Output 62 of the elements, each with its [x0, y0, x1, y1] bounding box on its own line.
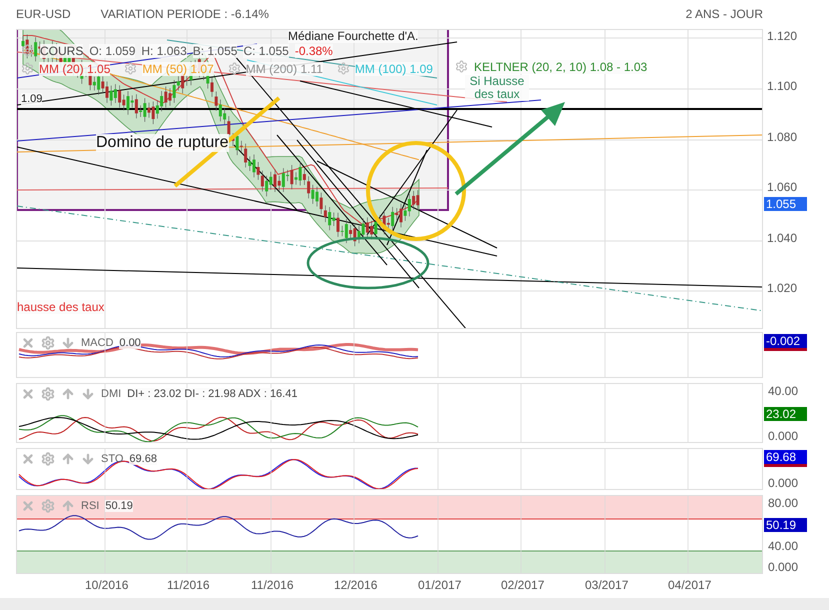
axis-tick: 1.100	[766, 80, 798, 94]
settings-icon[interactable]	[124, 62, 138, 76]
axis-tick: 0.000	[767, 561, 800, 574]
axis-tick: 11/2016	[251, 578, 294, 592]
annotation-text: Si Hausse des taux	[465, 74, 529, 101]
indicator-value: DI+ : 23.02 DI- : 21.98 ADX : 16.41	[127, 388, 298, 400]
indicator-label: MM (50) 1.07	[142, 62, 214, 76]
quote-label: O: 1.059	[89, 44, 136, 58]
price-badge: 1.055	[764, 196, 807, 211]
axis-tick: 1.040	[766, 232, 798, 245]
indicator-value: 50.19	[105, 500, 133, 512]
value-badge: 23.02	[764, 406, 807, 421]
axis-tick: 11/2016	[167, 578, 210, 592]
axis-tick: 0.000	[767, 430, 800, 443]
indicator-title: RSI	[81, 500, 100, 512]
axis-tick: 02/2017	[501, 578, 544, 592]
close-icon[interactable]	[21, 336, 35, 350]
variation-label: VARIATION PERIODE : -6.14%	[100, 7, 269, 22]
quote-label: H: 1.063	[141, 44, 187, 58]
change-label: -0.38%	[294, 44, 333, 58]
axis-tick: 1.080	[766, 130, 798, 144]
close-icon[interactable]	[21, 452, 35, 466]
axis-tick: 1.060	[766, 181, 798, 194]
axis-tick: 1.020	[766, 282, 798, 296]
arrow-up-icon[interactable]	[61, 386, 75, 401]
axis-tick: 40.00	[767, 384, 800, 398]
indicator-title: MACD	[81, 336, 114, 349]
axis-tick: 01/2017	[418, 578, 462, 592]
indicator-label: MM (20) 1.05	[39, 62, 110, 76]
quote-label: C: 1.055	[243, 44, 289, 58]
close-icon[interactable]	[21, 386, 35, 401]
indicator-label: MM (100) 1.09	[354, 62, 433, 76]
indicator-title: DMI	[101, 388, 122, 400]
value-badge: -0.002	[764, 334, 807, 351]
indicator-label: KELTNER (20, 2, 10) 1.08 - 1.03	[474, 60, 648, 74]
arrow-up-icon[interactable]	[61, 499, 75, 514]
indicator-title: STO	[101, 452, 124, 465]
arrow-down-icon[interactable]	[81, 386, 95, 401]
axis-tick: 80.00	[767, 497, 800, 510]
chart-title: Médiane Fourchette d'A.	[288, 30, 418, 43]
axis-tick: 03/2017	[585, 578, 628, 592]
value-badge: 50.19	[764, 518, 807, 532]
settings-icon[interactable]	[228, 62, 241, 76]
indicator-value: 0.00	[119, 336, 141, 349]
annotation-text: Domino de rupture	[96, 134, 229, 152]
symbol-label: EUR-USD	[16, 7, 71, 22]
period-label: 2 ANS - JOUR	[686, 7, 763, 22]
axis-tick: 1.120	[766, 30, 798, 43]
axis-tick: 40.00	[767, 540, 800, 554]
indicator-label: MM (200) 1.11	[246, 62, 323, 76]
axis-tick: 10/2016	[85, 578, 128, 592]
indicator-value: 69.68	[129, 452, 157, 465]
axis-tick: 04/2017	[668, 578, 712, 592]
axis-tick: 12/2016	[334, 578, 378, 592]
arrow-down-icon[interactable]	[61, 336, 75, 350]
axis-tick: 0.000	[767, 477, 800, 490]
level-label: 1.09	[21, 92, 42, 105]
quote-label: COURS	[40, 44, 84, 58]
value-badge: 69.68	[764, 450, 807, 467]
quote-label: B: 1.055	[192, 44, 238, 58]
annotation-text: hausse des taux	[17, 300, 104, 314]
close-icon[interactable]	[21, 499, 35, 514]
